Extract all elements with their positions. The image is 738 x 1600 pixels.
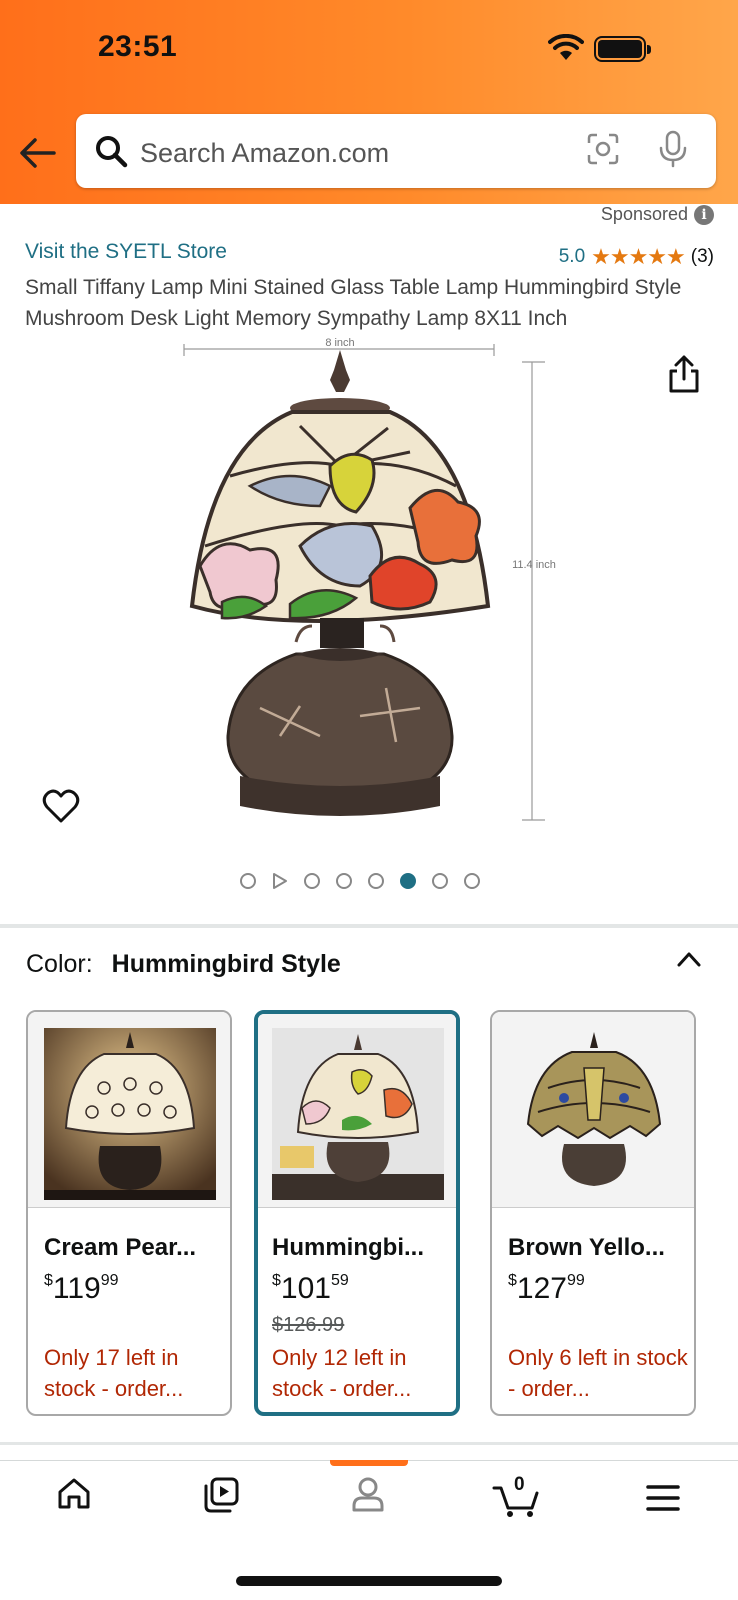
battery-icon — [594, 36, 651, 62]
sponsored-text: Sponsored — [600, 204, 688, 224]
selected-color: Hummingbird Style — [111, 950, 341, 978]
color-option-cream-pearl[interactable]: Cream Pear... $11999 Only 17 left in sto… — [26, 1010, 232, 1416]
heart-icon[interactable] — [42, 788, 80, 824]
variant-image — [508, 1028, 680, 1200]
color-option-brown-yellow[interactable]: Brown Yello... $12799 Only 6 left in sto… — [490, 1010, 696, 1416]
wifi-icon — [548, 34, 584, 60]
store-link[interactable]: Visit the SYETL Store — [25, 240, 227, 264]
search-bar[interactable]: Search Amazon.com — [76, 114, 716, 188]
variant-name: Hummingbi... — [272, 1234, 424, 1261]
variant-image — [272, 1028, 444, 1200]
camera-scan-icon[interactable] — [586, 132, 620, 166]
gallery-dot[interactable] — [432, 873, 448, 889]
search-icon — [96, 136, 128, 168]
home-icon[interactable] — [56, 1476, 92, 1510]
active-tab-indicator — [330, 1460, 408, 1466]
color-selector-header: Color: Hummingbird Style — [26, 950, 341, 979]
width-dimension-label: 8 inch — [325, 337, 354, 349]
info-icon[interactable]: i — [694, 204, 714, 225]
back-arrow-icon[interactable] — [18, 136, 58, 170]
variant-image — [44, 1028, 216, 1200]
gallery-dot[interactable] — [368, 873, 384, 889]
rating-stars: ★★★★★ — [591, 244, 686, 269]
variant-stock: Only 17 left in stock - order... — [44, 1345, 184, 1401]
profile-icon[interactable] — [350, 1476, 386, 1512]
video-play-icon[interactable] — [272, 872, 288, 890]
section-divider — [0, 924, 738, 928]
variant-name: Cream Pear... — [44, 1234, 197, 1261]
home-indicator — [236, 1576, 502, 1586]
sponsored-label[interactable]: Sponsored i — [601, 204, 714, 225]
product-title: Small Tiffany Lamp Mini Stained Glass Ta… — [25, 276, 682, 330]
gallery-dot-active[interactable] — [400, 873, 416, 889]
section-divider — [0, 1442, 738, 1445]
microphone-icon[interactable] — [658, 130, 688, 168]
variant-list-price: $126.99 — [272, 1314, 345, 1336]
height-dimension-label: 11.4 inch — [512, 559, 556, 571]
chevron-up-icon[interactable] — [676, 950, 702, 968]
variant-stock: Only 12 left in stock - order... — [272, 1345, 412, 1401]
menu-icon[interactable] — [646, 1484, 680, 1512]
rating-summary[interactable]: 5.0 ★★★★★ (3) — [559, 244, 714, 270]
status-time: 23:51 — [98, 30, 178, 63]
product-image[interactable]: 8 inch 11.4 inch — [0, 336, 738, 836]
search-input[interactable]: Search Amazon.com — [140, 138, 389, 169]
share-icon[interactable] — [666, 354, 702, 394]
variant-price: $10159 — [272, 1272, 349, 1305]
variant-price: $12799 — [508, 1272, 585, 1305]
variant-name: Brown Yello... — [508, 1234, 665, 1261]
cart-count: 0 — [514, 1474, 525, 1495]
variant-thumbnail — [258, 1014, 456, 1208]
color-option-hummingbird[interactable]: Hummingbi... $10159 $126.99 Only 12 left… — [254, 1010, 460, 1416]
rating-value: 5.0 — [558, 246, 586, 267]
gallery-pagination[interactable] — [240, 872, 496, 890]
variant-thumbnail — [492, 1012, 694, 1208]
variant-price: $11999 — [44, 1272, 119, 1305]
video-library-icon[interactable] — [202, 1476, 240, 1514]
variant-thumbnail — [28, 1012, 230, 1208]
rating-count: (3) — [690, 246, 714, 267]
color-label: Color: — [26, 950, 93, 978]
gallery-dot[interactable] — [304, 873, 320, 889]
gallery-dot[interactable] — [240, 873, 256, 889]
gallery-dot[interactable] — [336, 873, 352, 889]
gallery-dot[interactable] — [464, 873, 480, 889]
variant-stock: Only 6 left in stock - order... — [508, 1345, 688, 1401]
